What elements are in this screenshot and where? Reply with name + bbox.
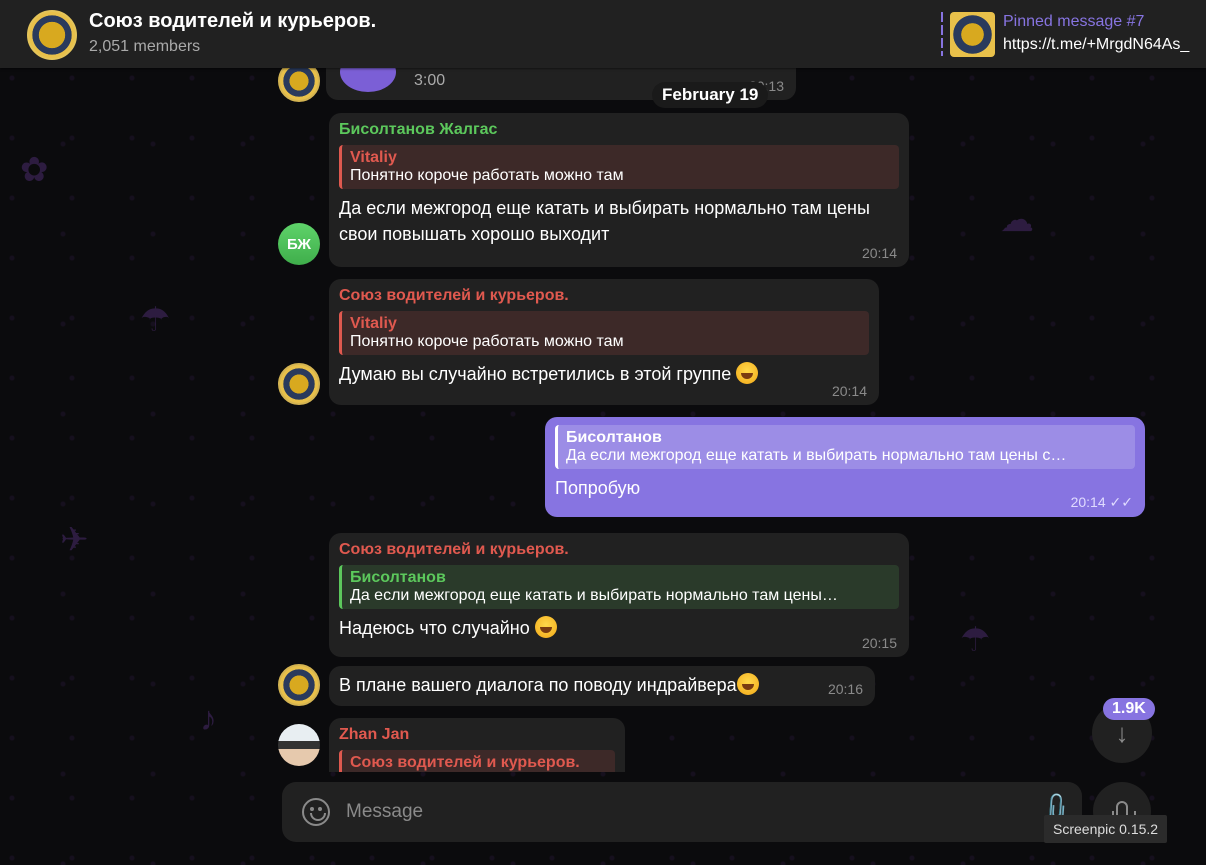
message-bubble[interactable]: Бисолтанов Жалгас Vitaliy Понятно короче… — [329, 113, 909, 267]
message-bubble[interactable]: В плане вашего диалога по поводу индрайв… — [329, 666, 875, 706]
pinned-message-title[interactable]: Pinned message #7 — [1003, 13, 1144, 31]
message-time: 20:14 — [861, 245, 897, 261]
chat-header: Союз водителей и курьеров. 2,051 members… — [0, 0, 1206, 68]
members-count: 2,051 members — [89, 38, 201, 55]
reply-preview[interactable]: Vitaliy Понятно короче работать можно та… — [339, 145, 899, 189]
voice-play-icon[interactable] — [340, 68, 396, 92]
avatar[interactable] — [278, 724, 320, 766]
read-checks-icon: ✓✓ — [1109, 494, 1133, 510]
grinning-emoji-icon — [736, 362, 759, 384]
sender-name[interactable]: Союз водителей и курьеров. — [339, 287, 869, 305]
message-text: В плане вашего диалога по поводу индрайв… — [339, 675, 737, 695]
message-line: Надеюсь что случайно — [339, 615, 899, 641]
group-avatar[interactable] — [27, 10, 77, 60]
reply-text: Понятно короче работать можно там — [350, 333, 624, 350]
group-title[interactable]: Союз водителей и курьеров. — [89, 10, 376, 33]
date-separator: February 19 — [652, 82, 769, 108]
reply-text: Понятно короче работать можно там — [350, 167, 624, 184]
reply-preview[interactable]: Бисолтанов Да если межгород еще катать и… — [339, 565, 899, 609]
message-text: Думаю вы случайно встретились в этой гру… — [339, 364, 732, 384]
reply-preview[interactable]: Бисолтанов Да если межгород еще катать и… — [555, 425, 1135, 469]
message-time: 20:14 — [831, 383, 867, 399]
avatar[interactable]: БЖ — [278, 223, 320, 265]
message-time-status: 20:14 ✓✓ — [1071, 494, 1133, 511]
message-time: 20:15 — [861, 635, 897, 651]
message-text: Да если межгород еще катать и выбирать н… — [339, 198, 870, 244]
avatar[interactable] — [278, 68, 320, 102]
avatar[interactable] — [278, 363, 320, 405]
pinned-indicator — [941, 12, 943, 56]
sender-name[interactable]: Союз водителей и курьеров. — [339, 541, 899, 559]
avatar[interactable] — [278, 664, 320, 706]
reply-preview[interactable]: Союз водителей и курьеров. — [339, 750, 615, 772]
pinned-thumbnail[interactable] — [950, 12, 995, 57]
message-input[interactable] — [346, 796, 1026, 828]
emoji-icon[interactable] — [302, 798, 330, 826]
arrow-down-icon: ↓ — [1115, 717, 1129, 748]
message-time: 20:14 — [1070, 494, 1106, 510]
reply-author: Бисолтанов — [566, 429, 662, 446]
pinned-message-text[interactable]: https://t.me/+MrgdN64As_ — [1003, 36, 1189, 54]
outgoing-message-bubble[interactable]: Бисолтанов Да если межгород еще катать и… — [545, 417, 1145, 517]
unread-count-badge: 1.9K — [1103, 698, 1155, 720]
message-composer: 📎 — [282, 782, 1082, 842]
reply-author: Vitaliy — [350, 315, 397, 332]
message-bubble[interactable]: Союз водителей и курьеров. Vitaliy Понят… — [329, 279, 879, 405]
reply-text: Да если межгород еще катать и выбирать н… — [350, 587, 838, 604]
reply-text: Да если межгород еще катать и выбирать н… — [566, 447, 1067, 464]
message-line: Думаю вы случайно встретились в этой гру… — [339, 361, 869, 387]
grinning-emoji-icon — [534, 616, 557, 638]
message-text: Надеюсь что случайно — [339, 618, 530, 638]
reply-author: Бисолтанов — [350, 569, 446, 586]
message-time: 20:16 — [827, 681, 863, 697]
reply-author: Vitaliy — [350, 149, 397, 166]
message-list[interactable]: 3:00 20:13 February 19 БЖ Бисолтанов Жал… — [0, 68, 1206, 772]
reply-preview[interactable]: Vitaliy Понятно короче работать можно та… — [339, 311, 869, 355]
sender-name[interactable]: Zhan Jan — [339, 726, 615, 744]
message-text: Попробую — [555, 478, 641, 498]
voice-duration: 3:00 — [414, 72, 446, 89]
grinning-emoji-icon — [736, 673, 759, 695]
watermark: Screenpic 0.15.2 — [1044, 815, 1168, 843]
message-line: В плане вашего диалога по поводу индрайв… — [339, 672, 865, 698]
reply-author: Союз водителей и курьеров. — [350, 754, 580, 771]
sender-name[interactable]: Бисолтанов Жалгас — [339, 121, 899, 139]
message-bubble[interactable]: Союз водителей и курьеров. Бисолтанов Да… — [329, 533, 909, 657]
message-bubble[interactable]: Zhan Jan Союз водителей и курьеров. — [329, 718, 625, 772]
